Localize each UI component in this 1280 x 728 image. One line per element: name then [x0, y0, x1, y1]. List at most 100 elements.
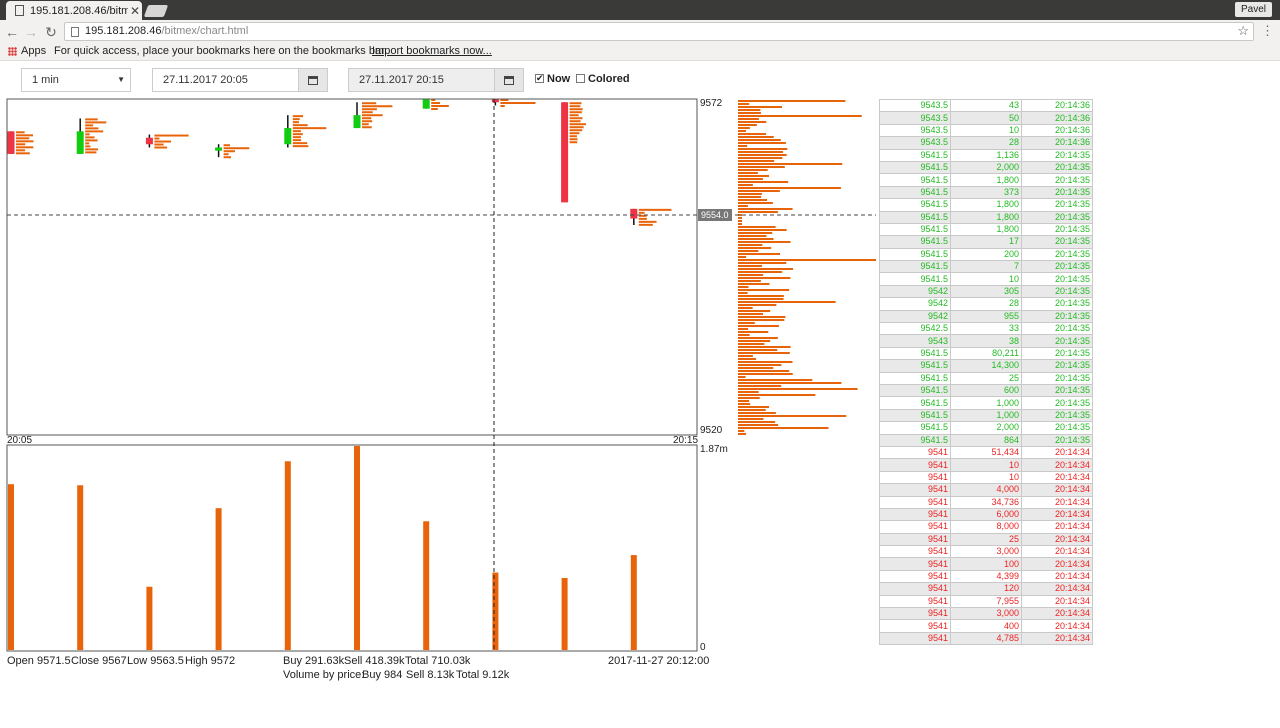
trade-time: 20:14:34	[1021, 631, 1093, 646]
vbp-bar	[738, 430, 745, 432]
price-axis-min: 9520	[700, 425, 723, 436]
profile-button[interactable]: Pavel	[1234, 2, 1272, 17]
trade-time: 20:14:35	[1021, 247, 1093, 262]
vbp-bar	[738, 166, 785, 168]
volume-profile-bar	[362, 105, 393, 108]
vbp-bar	[738, 298, 784, 300]
trade-price: 9541	[879, 594, 951, 609]
forward-icon[interactable]: →	[22, 23, 40, 41]
new-tab-button[interactable]	[143, 5, 169, 17]
back-icon[interactable]: ←	[3, 23, 21, 41]
trade-row: 9541.5 1,800 20:14:35	[879, 222, 1093, 237]
vbp-bar	[738, 418, 764, 420]
to-date-input[interactable]: 27.11.2017 20:15	[348, 68, 524, 92]
volume-profile-bar	[16, 134, 34, 137]
volume-profile-bar	[85, 148, 99, 151]
trade-time: 20:14:35	[1021, 173, 1093, 187]
menu-icon[interactable]: ⋮	[1261, 23, 1274, 39]
to-date-calendar-button[interactable]	[494, 69, 523, 91]
address-bar[interactable]: 195.181.208.46/bitmex/chart.html ☆	[64, 22, 1254, 41]
browser-tab[interactable]: 195.181.208.46/bitm ✕	[6, 1, 142, 20]
vbp-bar	[738, 346, 791, 348]
vbp-bar	[738, 250, 759, 252]
trade-row: 9541 8,000 20:14:34	[879, 520, 1093, 534]
vbp-bar	[738, 178, 763, 180]
trade-size: 200	[950, 247, 1022, 262]
trade-time: 20:14:34	[1021, 458, 1093, 472]
reload-icon[interactable]: ↻	[42, 23, 60, 41]
high-stat: High 9572	[185, 655, 236, 667]
volume-profile-bar	[638, 208, 672, 211]
trade-price: 9542	[879, 284, 951, 299]
trade-time: 20:14:34	[1021, 470, 1093, 485]
volume-profile-bar	[16, 137, 30, 140]
volume-bar	[146, 586, 153, 650]
import-bookmarks-link[interactable]: Import bookmarks now...	[372, 44, 492, 59]
trade-row: 9542 305 20:14:35	[879, 284, 1093, 299]
price-chart[interactable]	[0, 96, 880, 656]
vbp-bar	[738, 133, 767, 135]
vbp-bar	[738, 136, 774, 138]
trade-size: 864	[950, 433, 1022, 447]
trade-price: 9541	[879, 557, 951, 571]
browser-title-bar: 195.181.208.46/bitm ✕ Pavel	[0, 0, 1280, 20]
trade-size: 4,785	[950, 631, 1022, 646]
vbp-bar	[738, 112, 761, 114]
vbp-bar	[738, 118, 759, 120]
apps-icon[interactable]	[8, 47, 17, 56]
trade-time: 20:14:36	[1021, 123, 1093, 138]
trade-time: 20:14:35	[1021, 309, 1093, 324]
volume-bar	[423, 521, 430, 650]
trade-size: 28	[950, 297, 1022, 311]
volume-axis-max: 1.87m	[700, 444, 728, 455]
trade-size: 10	[950, 470, 1022, 485]
trade-price: 9542	[879, 309, 951, 324]
volume-profile-bar	[16, 143, 26, 146]
now-checkbox[interactable]: ✔	[535, 74, 544, 83]
close-tab-icon[interactable]: ✕	[128, 4, 142, 18]
trade-price: 9541.5	[879, 160, 951, 175]
vbp-sell-stat: Sell 8.13k	[406, 669, 455, 681]
tab-title: 195.181.208.46/bitm	[30, 4, 128, 17]
trade-price: 9543	[879, 334, 951, 348]
volume-profile-bar	[85, 139, 98, 142]
candle-body	[7, 131, 15, 154]
volume-profile-bar	[85, 151, 97, 154]
trade-row: 9541.5 1,000 20:14:35	[879, 408, 1093, 423]
vbp-bar	[738, 235, 767, 237]
trade-time: 20:14:35	[1021, 433, 1093, 447]
bookmark-star-icon[interactable]: ☆	[1237, 22, 1249, 39]
volume-profile-bar	[292, 139, 302, 142]
trade-time: 20:14:35	[1021, 408, 1093, 423]
from-date-calendar-button[interactable]	[298, 69, 327, 91]
trade-time: 20:14:34	[1021, 520, 1093, 534]
trade-price: 9541.5	[879, 272, 951, 286]
volume-profile-bar	[292, 136, 301, 139]
vbp-bar	[738, 283, 770, 285]
volume-profile-bar	[362, 117, 372, 120]
trade-row: 9541.5 864 20:14:35	[879, 433, 1093, 447]
trade-row: 9542.5 33 20:14:35	[879, 322, 1093, 336]
vbp-bar	[738, 328, 749, 330]
url-path: /bitmex/chart.html	[161, 25, 249, 37]
trade-time: 20:14:34	[1021, 445, 1093, 460]
trade-row: 9541 4,399 20:14:34	[879, 569, 1093, 584]
interval-select[interactable]: 1 min ▼	[21, 68, 131, 92]
vbp-bar	[738, 103, 750, 105]
apps-link[interactable]: Apps	[21, 44, 46, 59]
trade-row: 9541 400 20:14:34	[879, 619, 1093, 633]
volume-profile-bar	[569, 138, 578, 141]
trade-price: 9541.5	[879, 408, 951, 423]
from-date-input[interactable]: 27.11.2017 20:05	[152, 68, 328, 92]
trade-size: 25	[950, 532, 1022, 547]
trade-row: 9541 3,000 20:14:34	[879, 545, 1093, 559]
colored-checkbox[interactable]	[576, 74, 585, 83]
volume-profile-bar	[638, 223, 653, 226]
vbp-bar	[738, 109, 761, 111]
trade-price: 9541.5	[879, 421, 951, 435]
vbp-bar	[738, 367, 774, 369]
volume-pane-border	[6, 444, 698, 652]
page-info-icon[interactable]	[71, 27, 79, 37]
trade-size: 1,000	[950, 396, 1022, 410]
sell-stat: Sell 418.39k	[344, 655, 405, 667]
